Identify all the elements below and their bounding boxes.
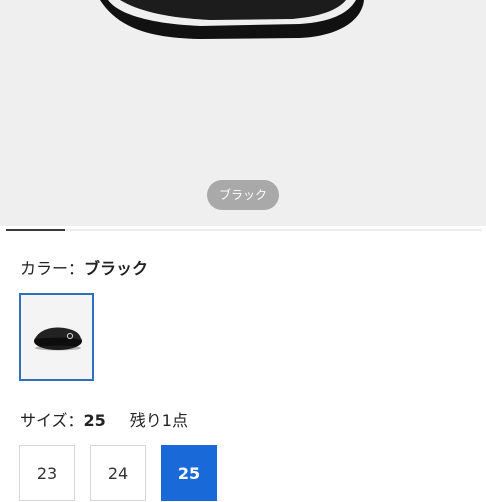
- image-pagination-active: [6, 229, 65, 231]
- size-option-25[interactable]: 25: [161, 445, 217, 501]
- color-value: ブラック: [84, 259, 149, 278]
- size-option-23[interactable]: 23: [19, 445, 75, 501]
- color-name-badge: ブラック: [207, 180, 279, 210]
- color-swatch-black[interactable]: [19, 293, 94, 381]
- color-selection-label: カラー：ブラック: [20, 258, 148, 280]
- image-pagination-track: [6, 229, 482, 231]
- size-label: サイズ：: [20, 411, 84, 430]
- stock-note: 残り1点: [129, 411, 188, 430]
- size-value: 25: [83, 411, 106, 430]
- size-selection-label: サイズ：25 残り1点: [20, 410, 188, 432]
- size-option-24[interactable]: 24: [90, 445, 146, 501]
- slipper-thumbnail: [34, 327, 82, 351]
- product-image-carousel[interactable]: ブラック: [0, 0, 486, 226]
- color-label: カラー：: [20, 259, 85, 278]
